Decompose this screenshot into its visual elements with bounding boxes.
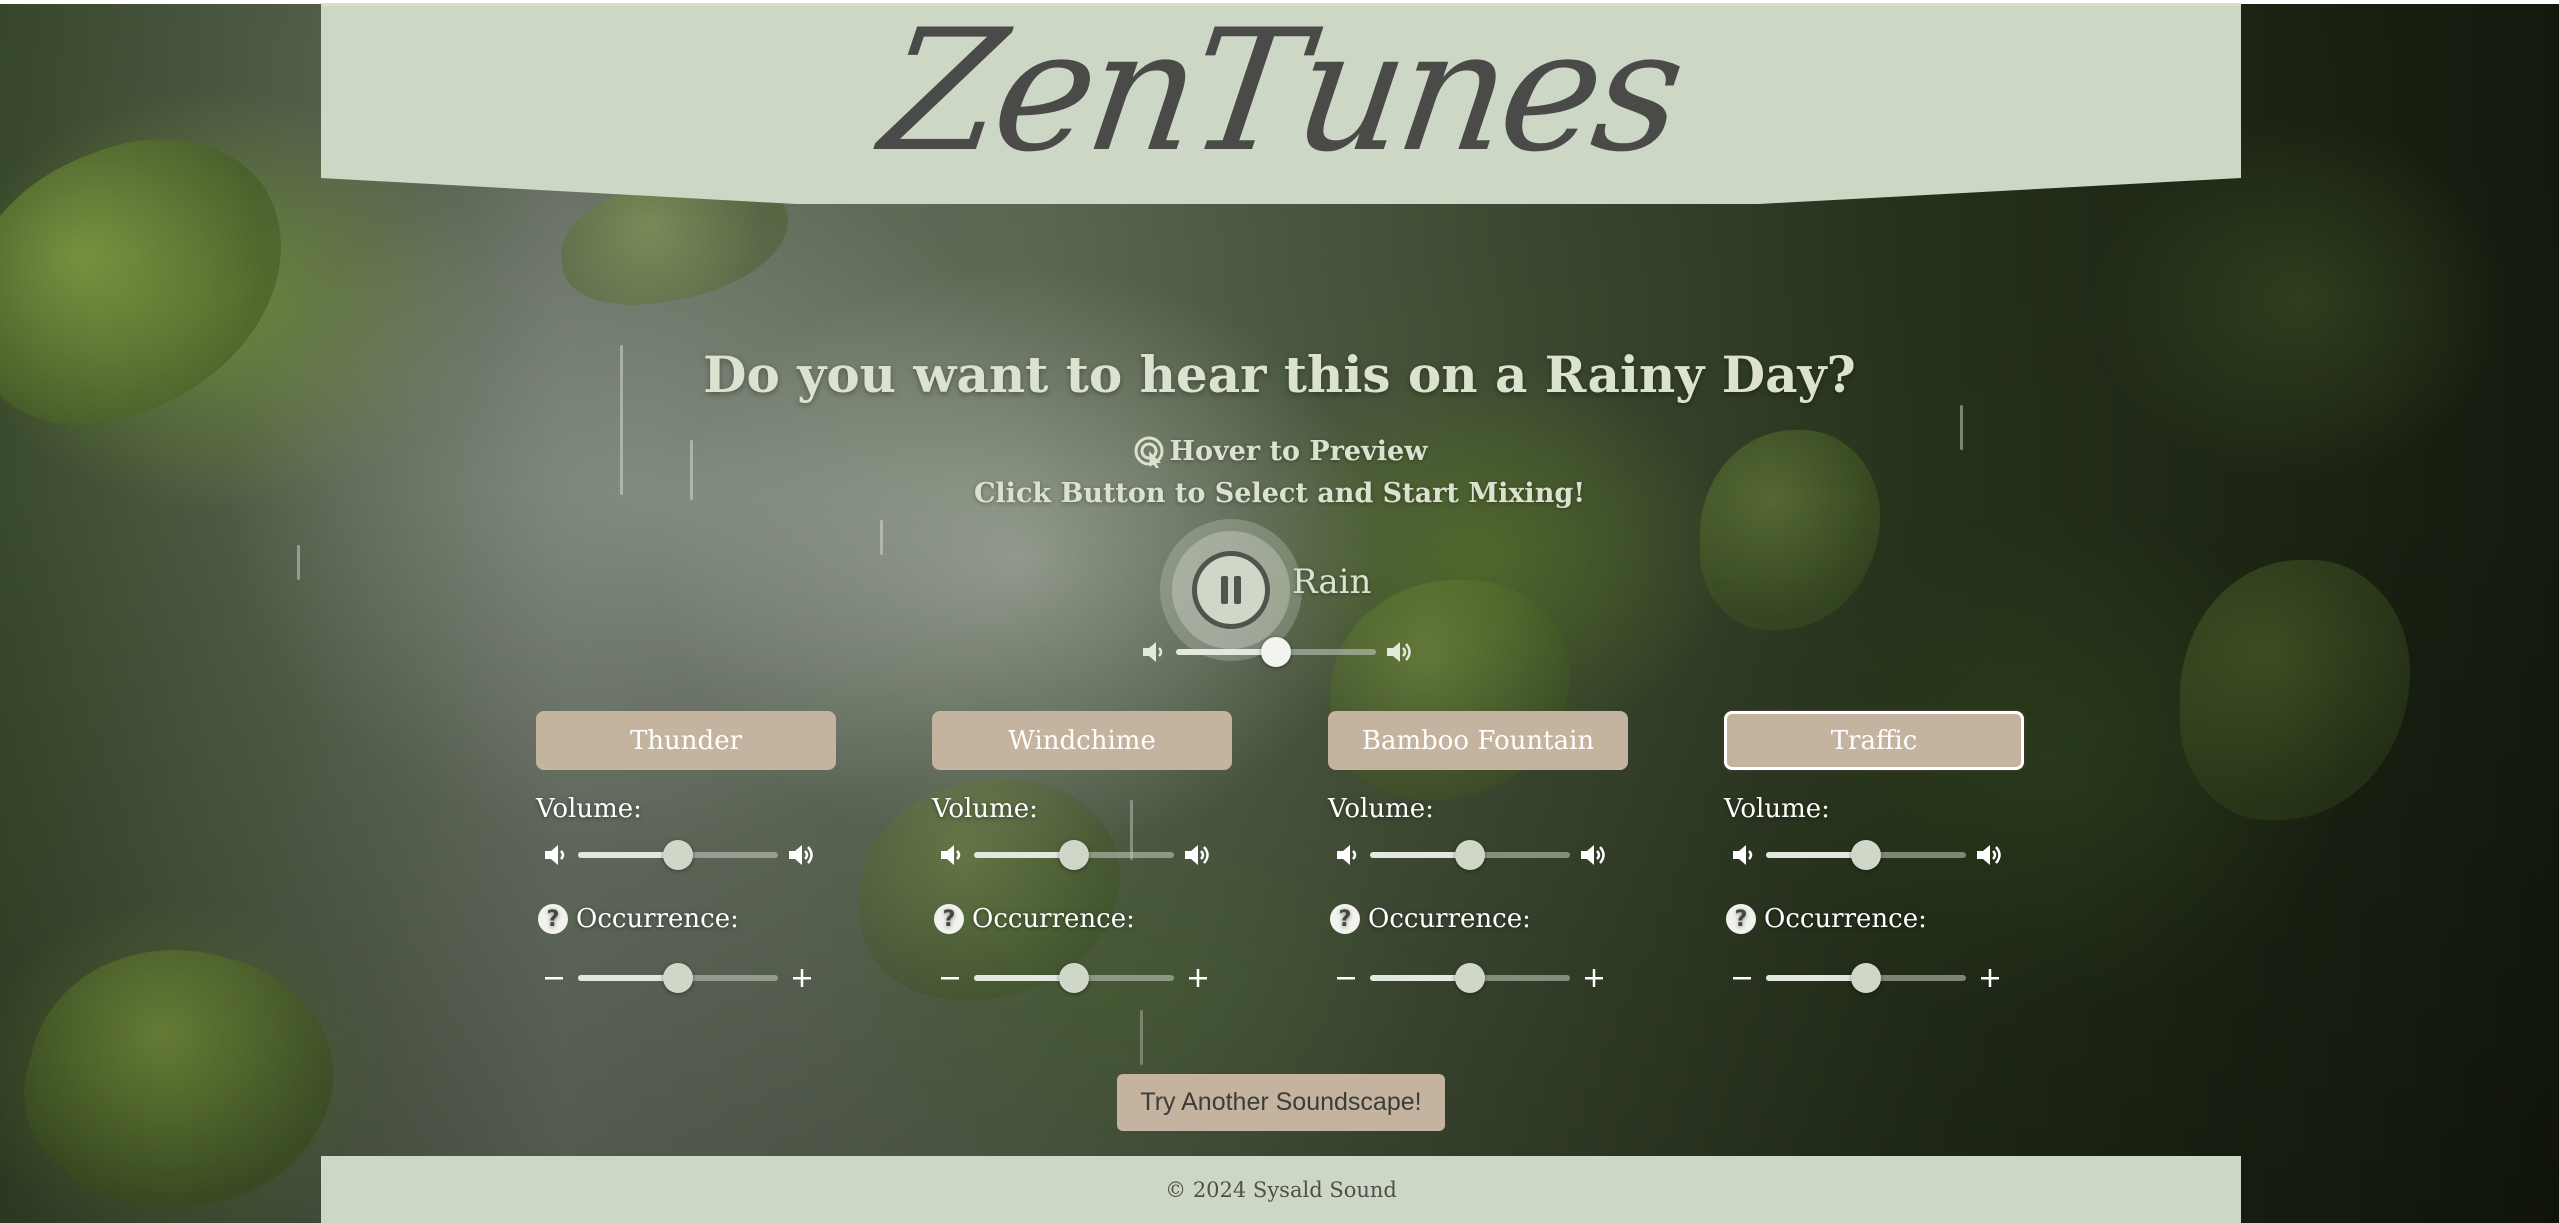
volume-high-icon [1384,638,1416,666]
occurrence-label-row: ? Occurrence: [1330,904,1531,934]
volume-thumb[interactable] [663,840,693,870]
volume-slider-row [938,840,1214,870]
pause-icon [1216,573,1246,607]
occurrence-thumb[interactable] [1851,963,1881,993]
minus-icon[interactable] [1730,966,1754,990]
site-header: ZenTunes [321,6,2241,204]
occurrence-slider-row [1730,963,2002,993]
volume-label: Volume: [1328,794,1434,824]
occurrence-slider-windchime[interactable] [974,963,1174,993]
hover-hint-text: Hover to Preview [1169,435,1428,467]
occurrence-thumb[interactable] [1455,963,1485,993]
volume-low-icon [1334,841,1362,869]
volume-slider-windchime[interactable] [974,840,1174,870]
occurrence-label: Occurrence: [1368,904,1531,934]
sound-button-thunder[interactable]: Thunder [536,711,836,770]
main-sound-label: Rain [1292,562,1372,602]
try-another-button[interactable]: Try Another Soundscape! [1117,1074,1445,1131]
occurrence-slider-bamboo-fountain[interactable] [1370,963,1570,993]
occurrence-label: Occurrence: [576,904,739,934]
sound-card-traffic: Traffic Volume: ? Occurrence: [1724,711,2024,993]
occurrence-thumb[interactable] [1059,963,1089,993]
occurrence-label-row: ? Occurrence: [538,904,739,934]
plus-icon[interactable] [1186,966,1210,990]
occurrence-slider-row [542,963,814,993]
minus-icon[interactable] [542,966,566,990]
volume-thumb[interactable] [1851,840,1881,870]
main-volume-slider-row [1140,637,1416,667]
minus-icon[interactable] [938,966,962,990]
volume-low-icon [1730,841,1758,869]
minus-icon[interactable] [1334,966,1358,990]
occurrence-slider-traffic[interactable] [1766,963,1966,993]
occurrence-label: Occurrence: [972,904,1135,934]
occurrence-thumb[interactable] [663,963,693,993]
copyright-text: © 2024 Sysald Sound [1165,1177,1397,1202]
volume-label: Volume: [1724,794,1830,824]
tap-icon [1132,434,1166,468]
main-volume-slider[interactable] [1176,637,1376,667]
volume-high-icon [786,841,818,869]
occurrence-slider-thunder[interactable] [578,963,778,993]
sound-button-traffic[interactable]: Traffic [1724,711,2024,770]
volume-label: Volume: [536,794,642,824]
volume-slider-bamboo-fountain[interactable] [1370,840,1570,870]
volume-label: Volume: [932,794,1038,824]
volume-low-icon [542,841,570,869]
logo[interactable]: ZenTunes [321,6,2241,189]
hover-hint: Hover to Preview [0,434,2559,468]
plus-icon[interactable] [1582,966,1606,990]
volume-slider-row [1334,840,1610,870]
plus-icon[interactable] [790,966,814,990]
volume-high-icon [1578,841,1610,869]
occurrence-label-row: ? Occurrence: [1726,904,1927,934]
main-volume-thumb[interactable] [1261,637,1291,667]
footer: © 2024 Sysald Sound [321,1156,2241,1223]
volume-high-icon [1974,841,2006,869]
occurrence-slider-row [938,963,1210,993]
volume-thumb[interactable] [1455,840,1485,870]
volume-slider-thunder[interactable] [578,840,778,870]
click-hint: Click Button to Select and Start Mixing! [973,478,1586,509]
volume-thumb[interactable] [1059,840,1089,870]
help-icon[interactable]: ? [934,904,964,934]
help-icon[interactable]: ? [1330,904,1360,934]
volume-low-icon [938,841,966,869]
volume-slider-row [1730,840,2006,870]
occurrence-slider-row [1334,963,1606,993]
plus-icon[interactable] [1978,966,2002,990]
main-play-pause-button[interactable] [1192,551,1270,629]
volume-high-icon [1182,841,1214,869]
sound-button-windchime[interactable]: Windchime [932,711,1232,770]
sound-card-thunder: Thunder Volume: ? Occurrence: [536,711,836,993]
volume-low-icon [1140,638,1168,666]
volume-slider-traffic[interactable] [1766,840,1966,870]
occurrence-label: Occurrence: [1764,904,1927,934]
help-icon[interactable]: ? [1726,904,1756,934]
volume-slider-row [542,840,818,870]
occurrence-label-row: ? Occurrence: [934,904,1135,934]
sound-card-bamboo-fountain: Bamboo Fountain Volume: ? Occurrence: [1328,711,1628,993]
page-headline: Do you want to hear this on a Rainy Day? [703,345,1856,404]
help-icon[interactable]: ? [538,904,568,934]
sound-card-windchime: Windchime Volume: ? Occurrence: [932,711,1232,993]
sound-button-bamboo-fountain[interactable]: Bamboo Fountain [1328,711,1628,770]
